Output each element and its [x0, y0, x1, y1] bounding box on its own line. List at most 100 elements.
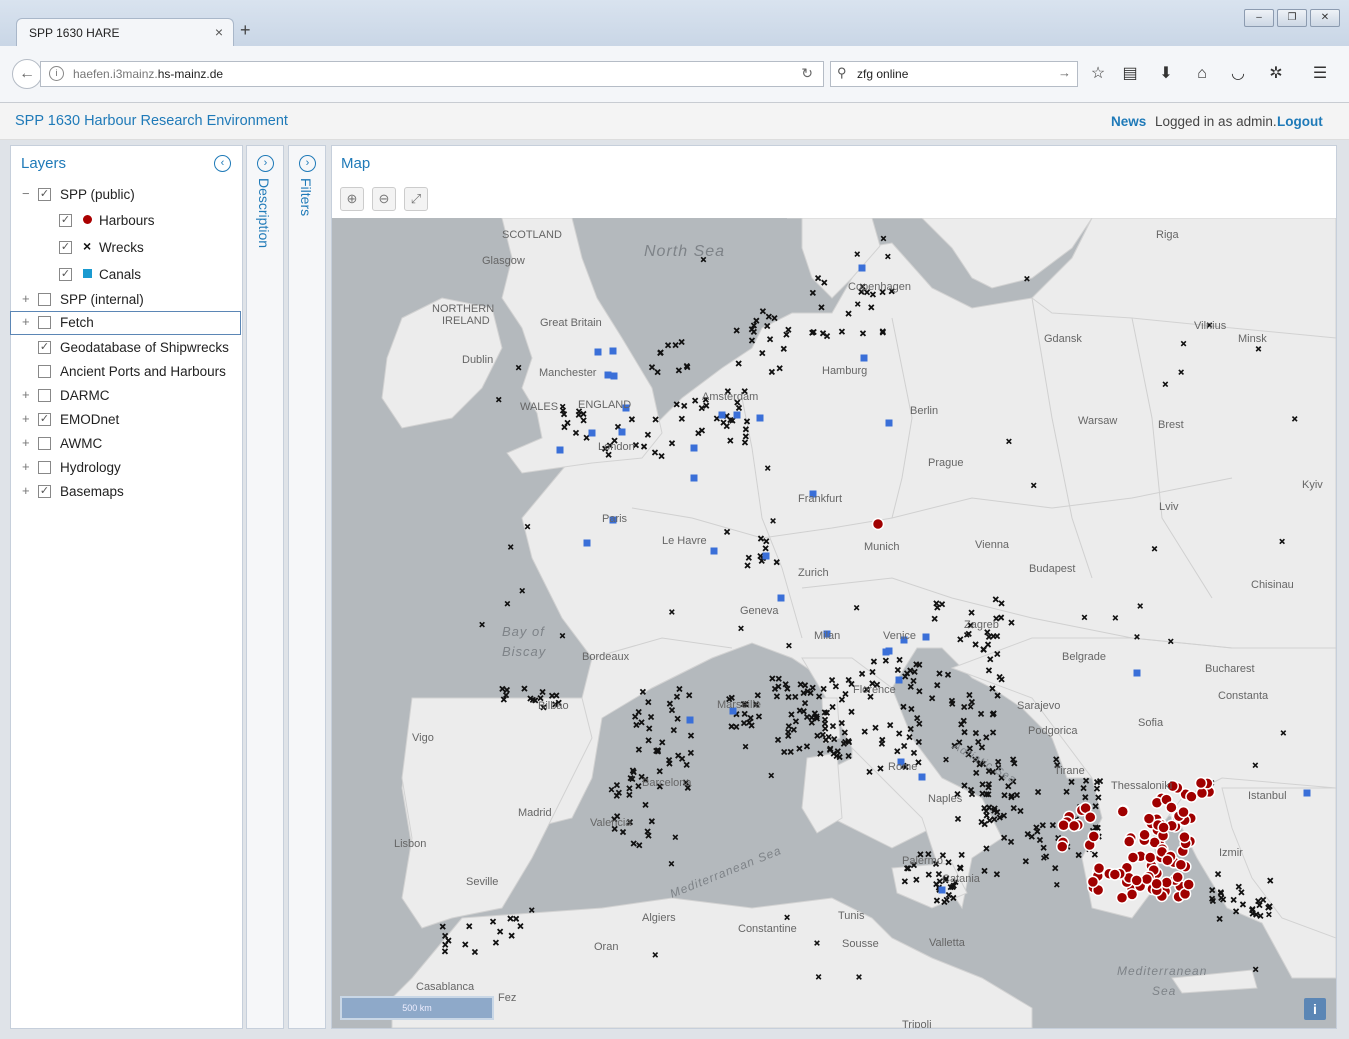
place-label: Glasgow — [482, 255, 525, 267]
arrow-right-icon[interactable]: → — [1058, 65, 1071, 80]
zoom-out-icon[interactable]: ⊖ — [372, 187, 396, 211]
layer-checkbox[interactable] — [38, 461, 51, 474]
layer-checkbox[interactable]: ✓ — [38, 341, 51, 354]
search-input[interactable]: ⚲ zfg online → — [830, 61, 1078, 87]
layer-checkbox[interactable] — [38, 293, 51, 306]
layer-harbours[interactable]: ✓ Harbours — [11, 210, 240, 232]
menu-icon[interactable]: ☰ — [1310, 64, 1330, 84]
place-label: Bucharest — [1205, 663, 1255, 675]
layer-fetch[interactable]: + Fetch — [10, 311, 241, 335]
expand-right-icon[interactable]: › — [299, 155, 316, 172]
place-label: Barcelona — [642, 777, 692, 789]
layer-checkbox[interactable] — [38, 365, 51, 378]
info-icon[interactable]: i — [49, 66, 64, 81]
place-label: IRELAND — [442, 315, 490, 327]
expand-toggle-icon[interactable]: + — [22, 292, 32, 305]
map-svg[interactable]: North Sea Bay of Biscay Mediterranean Sea Ad… — [332, 218, 1336, 1028]
wreck-marker — [630, 840, 637, 847]
layer-geodatabase-shipwrecks[interactable]: ✓ Geodatabase of Shipwrecks — [11, 337, 240, 359]
collapse-toggle-icon[interactable]: − — [22, 187, 32, 200]
canal-marker — [762, 552, 770, 560]
expand-right-icon[interactable]: › — [257, 155, 274, 172]
expand-toggle-icon[interactable]: + — [22, 436, 32, 449]
canal-marker — [690, 444, 698, 452]
blue-square-icon — [83, 269, 92, 278]
layer-spp-public[interactable]: − ✓ SPP (public) — [11, 184, 240, 206]
wreck-marker — [796, 745, 803, 752]
download-icon[interactable]: ⬇ — [1156, 64, 1176, 84]
layer-label: Basemaps — [60, 484, 124, 499]
tab-title: SPP 1630 HARE — [29, 26, 120, 40]
extension-icon[interactable]: ✲ — [1266, 64, 1286, 84]
wreck-marker — [1053, 881, 1060, 888]
layer-awmc[interactable]: + AWMC — [11, 433, 240, 455]
layer-checkbox[interactable]: ✓ — [59, 268, 72, 281]
expand-toggle-icon[interactable]: + — [22, 315, 32, 328]
layer-checkbox[interactable]: ✓ — [38, 413, 51, 426]
zoom-in-icon[interactable]: ⊕ — [340, 187, 364, 211]
layer-checkbox[interactable]: ✓ — [59, 241, 72, 254]
expand-toggle-icon[interactable]: + — [22, 388, 32, 401]
layer-emodnet[interactable]: + ✓ EMODnet — [11, 409, 240, 431]
expand-toggle-icon[interactable]: + — [22, 460, 32, 473]
description-panel[interactable]: › Description — [246, 145, 284, 1029]
layer-label: AWMC — [60, 436, 103, 451]
place-label: Podgorica — [1028, 725, 1078, 737]
wreck-marker — [845, 752, 852, 760]
window-close-icon[interactable]: ✕ — [1310, 9, 1340, 27]
layer-ancient-ports[interactable]: Ancient Ports and Harbours — [11, 361, 240, 383]
map-canvas[interactable]: North Sea Bay of Biscay Mediterranean Sea Ad… — [332, 218, 1336, 1028]
back-arrow-icon[interactable]: ← — [12, 59, 42, 89]
news-link[interactable]: News — [1111, 114, 1146, 129]
minimize-icon[interactable]: – — [1244, 9, 1274, 27]
new-tab-icon[interactable]: + — [240, 20, 251, 41]
zoom-extent-icon[interactable]: ⤢ — [404, 187, 428, 211]
wreck-marker — [439, 923, 446, 930]
layer-hydrology[interactable]: + Hydrology — [11, 457, 240, 479]
canal-marker — [609, 347, 617, 355]
place-label: Amsterdam — [702, 391, 758, 403]
wreck-marker — [840, 740, 848, 747]
home-icon[interactable]: ⌂ — [1192, 64, 1212, 84]
wreck-marker — [754, 692, 761, 699]
info-button[interactable]: i — [1304, 998, 1326, 1020]
wreck-marker — [788, 711, 795, 718]
collapse-left-icon[interactable]: ‹ — [214, 155, 231, 172]
wreck-marker — [1049, 821, 1056, 829]
place-label: Vienna — [975, 539, 1010, 551]
map-panel: Map ⊕ ⊖ ⤢ North Sea Bay of Biscay Medite… — [331, 145, 1337, 1029]
pocket-icon[interactable]: ◡ — [1228, 64, 1248, 84]
layer-checkbox[interactable] — [38, 316, 51, 329]
layer-basemaps[interactable]: + ✓ Basemaps — [11, 481, 240, 503]
expand-toggle-icon[interactable]: + — [22, 412, 32, 425]
wreck-marker — [785, 693, 792, 701]
reload-icon[interactable]: ↻ — [801, 65, 813, 82]
filters-panel[interactable]: › Filters — [288, 145, 326, 1029]
url-bar[interactable]: i haefen.i3mainz.hs-mainz.de ↻ — [40, 61, 824, 87]
layer-checkbox[interactable] — [38, 437, 51, 450]
layer-spp-internal[interactable]: + SPP (internal) — [11, 289, 240, 311]
close-icon[interactable]: × — [215, 24, 223, 40]
bookmark-star-icon[interactable]: ☆ — [1088, 64, 1108, 84]
layer-checkbox[interactable]: ✓ — [59, 214, 72, 227]
wreck-marker — [528, 907, 535, 913]
logout-link[interactable]: Logout — [1277, 114, 1323, 129]
restore-icon[interactable]: ❐ — [1277, 9, 1307, 27]
wreck-marker — [1022, 858, 1029, 865]
canal-marker — [777, 594, 785, 602]
layer-canals[interactable]: ✓ Canals — [11, 264, 240, 286]
expand-toggle-icon[interactable]: + — [22, 484, 32, 497]
wreck-marker — [1092, 803, 1099, 810]
wreck-marker — [765, 313, 772, 320]
place-label: Minsk — [1238, 333, 1267, 345]
layer-checkbox[interactable]: ✓ — [38, 188, 51, 201]
layer-checkbox[interactable] — [38, 389, 51, 402]
wreck-marker — [785, 723, 792, 730]
reading-list-icon[interactable]: ▤ — [1120, 64, 1140, 84]
browser-tab[interactable]: SPP 1630 HARE × — [16, 18, 234, 47]
layer-checkbox[interactable]: ✓ — [38, 485, 51, 498]
layer-wrecks[interactable]: ✓ × Wrecks — [11, 237, 240, 259]
wreck-marker — [633, 721, 640, 729]
wreck-marker — [672, 341, 679, 349]
layer-darmc[interactable]: + DARMC — [11, 385, 240, 407]
